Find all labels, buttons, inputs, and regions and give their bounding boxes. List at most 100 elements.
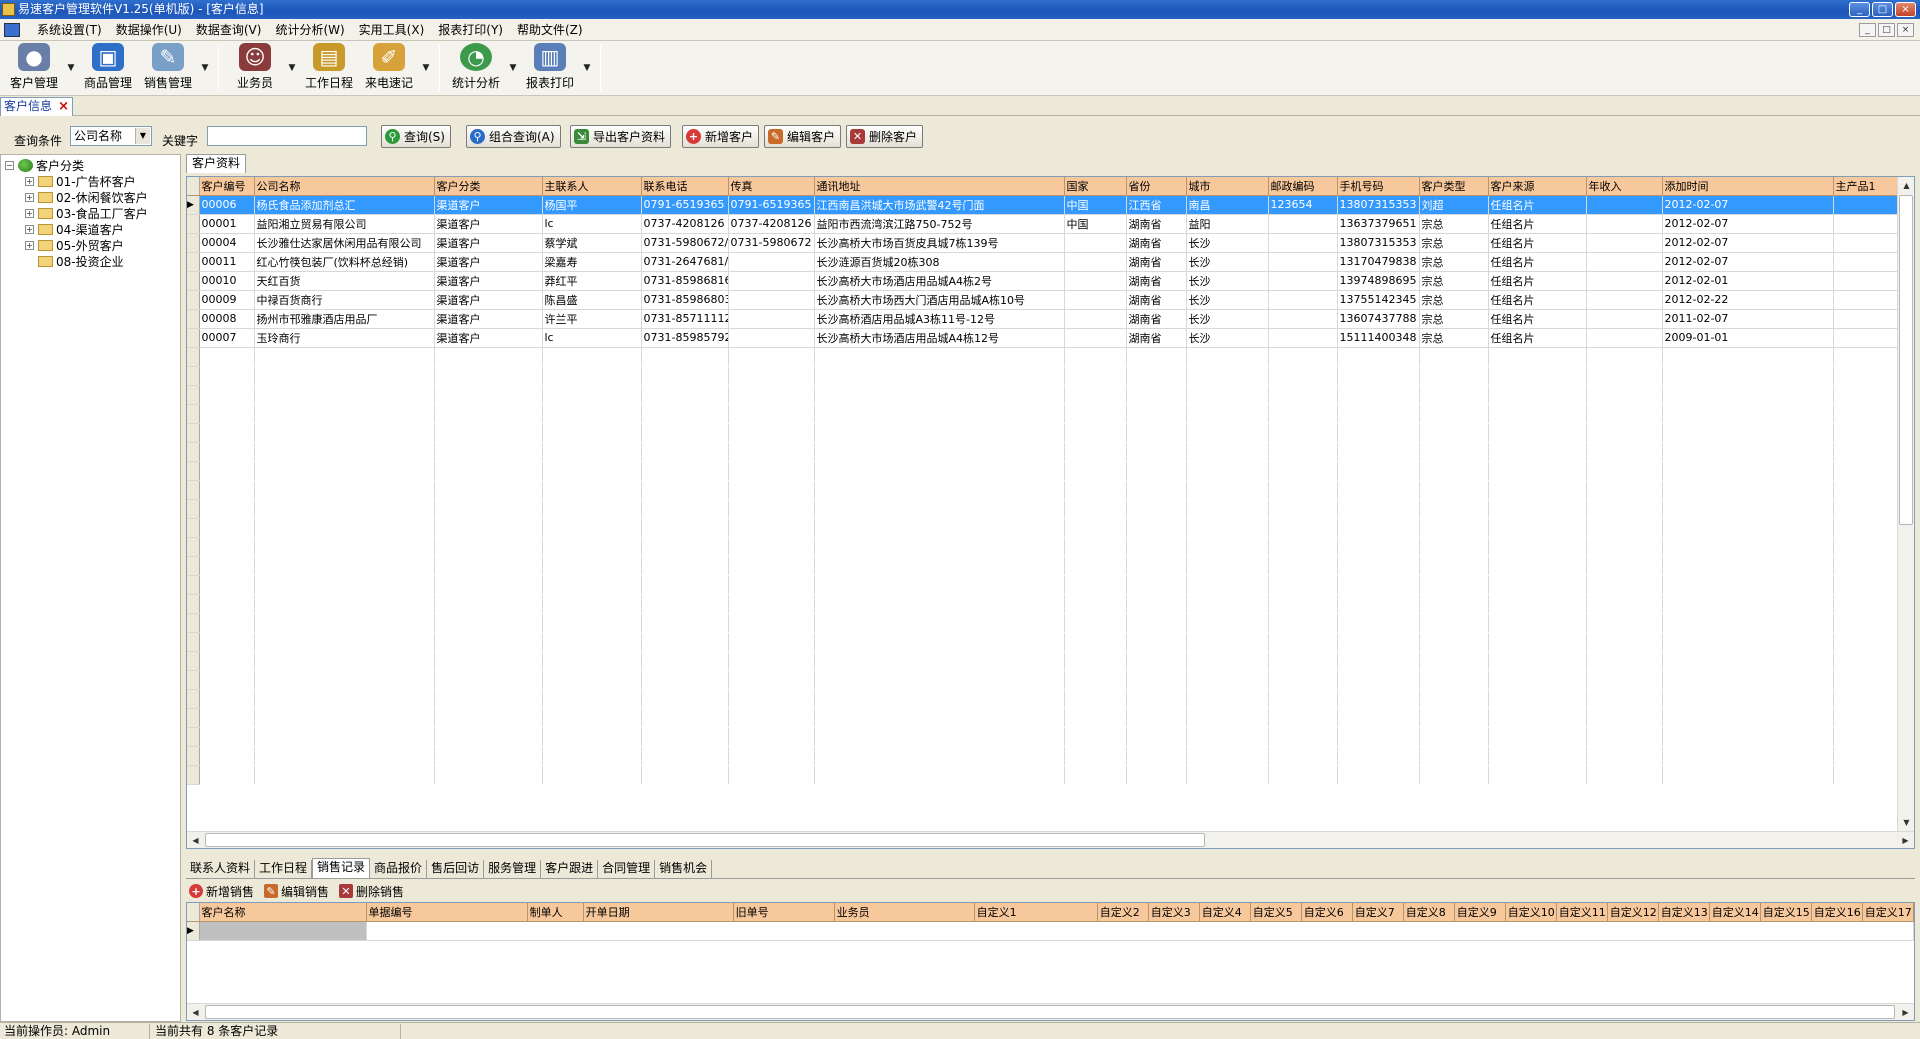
salesman-dropdown[interactable]: ▼ [285, 41, 299, 94]
table-cell[interactable] [1268, 290, 1338, 310]
table-cell[interactable]: 2009-01-01 [1662, 328, 1834, 348]
table-cell[interactable] [1833, 252, 1900, 272]
add-customer-button[interactable]: + 新增客户 [682, 125, 760, 148]
statistics-dropdown[interactable]: ▼ [506, 41, 520, 94]
table-cell[interactable]: 00011 [199, 252, 255, 272]
table-cell[interactable] [1833, 233, 1900, 253]
condition-select[interactable]: 公司名称 ▼ [70, 126, 152, 146]
toolbar-call-note[interactable]: ✐ 来电速记 [359, 41, 419, 94]
table-cell[interactable]: 湖南省 [1126, 252, 1187, 272]
table-cell[interactable]: 00009 [199, 290, 255, 310]
tree-item-04[interactable]: +04-渠道客户 [25, 221, 124, 237]
table-cell[interactable]: 13974898695 [1337, 271, 1420, 291]
tree-item-05[interactable]: +05-外贸客户 [25, 237, 124, 253]
table-cell[interactable]: 2012-02-07 [1662, 252, 1834, 272]
table-cell[interactable]: 蔡学斌 [542, 233, 642, 253]
table-cell[interactable]: 0791-6519365 [728, 195, 815, 215]
keyword-input[interactable] [207, 126, 367, 146]
column-header[interactable]: 自定义13 [1658, 903, 1710, 922]
column-header[interactable]: 自定义15 [1760, 903, 1812, 922]
vertical-scrollbar[interactable]: ▲ ▼ [1897, 177, 1914, 831]
table-cell[interactable]: 湖南省 [1126, 233, 1187, 253]
table-cell[interactable] [1586, 214, 1663, 234]
menu-tools[interactable]: 实用工具(X) [352, 20, 432, 40]
table-cell[interactable]: 长沙 [1186, 271, 1269, 291]
column-header[interactable]: 自定义14 [1709, 903, 1761, 922]
table-cell[interactable]: 渠道客户 [434, 214, 543, 234]
table-cell[interactable]: 梁嘉寿 [542, 252, 642, 272]
expand-icon[interactable]: + [25, 192, 34, 202]
table-cell[interactable]: 2012-02-01 [1662, 271, 1834, 291]
tab-customer-data[interactable]: 客户资料 [186, 154, 247, 173]
menu-report-print[interactable]: 报表打印(Y) [431, 20, 510, 40]
table-cell[interactable] [1064, 252, 1127, 272]
table-cell[interactable]: 湖南省 [1126, 271, 1187, 291]
menu-help[interactable]: 帮助文件(Z) [510, 20, 590, 40]
scroll-right-icon[interactable]: ▶ [1897, 832, 1914, 848]
table-cell[interactable] [1268, 233, 1338, 253]
table-cell[interactable]: 2011-02-07 [1662, 309, 1834, 329]
column-header[interactable]: 业务员 [834, 903, 975, 922]
table-cell[interactable]: 渠道客户 [434, 195, 543, 215]
table-cell[interactable]: 00007 [199, 328, 255, 348]
table-cell[interactable]: 任组名片 [1488, 328, 1587, 348]
table-cell[interactable]: 任组名片 [1488, 252, 1587, 272]
column-header[interactable]: 添加时间 [1662, 177, 1834, 196]
table-cell[interactable]: 渠道客户 [434, 252, 543, 272]
table-cell[interactable]: 陈昌盛 [542, 290, 642, 310]
toolbar-sales-manage[interactable]: ✎ 销售管理 [138, 41, 198, 94]
column-header[interactable]: 邮政编码 [1268, 177, 1338, 196]
table-cell[interactable]: 宗总 [1419, 214, 1489, 234]
table-cell[interactable]: 益阳市西流湾滨江路750-752号 [814, 214, 1065, 234]
table-cell[interactable] [1833, 290, 1900, 310]
sales-horizontal-scrollbar[interactable]: ◀ ▶ [187, 1003, 1914, 1020]
column-header[interactable]: 自定义6 [1301, 903, 1353, 922]
table-cell[interactable] [1586, 195, 1663, 215]
empty-cell[interactable] [366, 921, 1914, 941]
table-cell[interactable]: 天红百货 [254, 271, 435, 291]
sales-scroll-thumb[interactable] [205, 1005, 1895, 1019]
table-cell[interactable]: 0731-85986803 [641, 290, 729, 310]
table-cell[interactable]: 宗总 [1419, 328, 1489, 348]
menu-data-query[interactable]: 数据查询(V) [189, 20, 269, 40]
tab-schedule[interactable]: 工作日程 [255, 860, 313, 878]
column-header[interactable]: 自定义1 [974, 903, 1098, 922]
tab-after-sales[interactable]: 售后回访 [427, 860, 485, 878]
table-cell[interactable]: 渠道客户 [434, 328, 543, 348]
tab-contacts[interactable]: 联系人资料 [186, 860, 256, 878]
toolbar-salesman[interactable]: ☺ 业务员 [225, 41, 285, 94]
table-cell[interactable]: 中国 [1064, 195, 1127, 215]
table-cell[interactable]: 益阳湘立贸易有限公司 [254, 214, 435, 234]
mdi-window-icon[interactable] [4, 22, 20, 37]
horizontal-scroll-thumb[interactable] [205, 833, 1205, 847]
table-cell[interactable]: 13637379651 [1337, 214, 1420, 234]
table-cell[interactable]: 宗总 [1419, 309, 1489, 329]
column-header[interactable]: 开单日期 [583, 903, 734, 922]
new-row-cell[interactable] [199, 921, 367, 941]
column-header[interactable]: 旧单号 [733, 903, 835, 922]
table-cell[interactable]: 杨国平 [542, 195, 642, 215]
table-cell[interactable]: 莽红平 [542, 271, 642, 291]
table-cell[interactable]: 玉玲商行 [254, 328, 435, 348]
column-header[interactable]: 自定义8 [1403, 903, 1455, 922]
table-cell[interactable] [1833, 309, 1900, 329]
table-cell[interactable]: 13807315353 [1337, 195, 1420, 215]
sales-manage-dropdown[interactable]: ▼ [198, 41, 212, 94]
child-restore-button[interactable]: □ [1878, 23, 1895, 37]
table-cell[interactable] [1268, 252, 1338, 272]
table-cell[interactable]: 2012-02-07 [1662, 195, 1834, 215]
table-cell[interactable]: 0737-4208126 [641, 214, 729, 234]
scroll-right-icon[interactable]: ▶ [1897, 1004, 1914, 1020]
table-cell[interactable]: 0731-2647681/5 [641, 252, 729, 272]
table-row[interactable]: 00004 长沙雅仕达家居休闲用品有限公司 渠道客户 蔡学斌 0731-5980672/… [187, 233, 1900, 253]
menu-system-settings[interactable]: 系统设置(T) [30, 20, 109, 40]
column-header[interactable]: 自定义17 [1862, 903, 1914, 922]
expand-icon[interactable]: + [25, 240, 34, 250]
column-header[interactable]: 客户来源 [1488, 177, 1587, 196]
table-cell[interactable]: 杨氏食品添加剂总汇 [254, 195, 435, 215]
table-cell[interactable] [1268, 309, 1338, 329]
table-cell[interactable]: 0731-85711112 [641, 309, 729, 329]
column-header[interactable]: 客户名称 [199, 903, 367, 922]
scroll-left-icon[interactable]: ◀ [187, 1004, 204, 1020]
table-cell[interactable] [1833, 328, 1900, 348]
